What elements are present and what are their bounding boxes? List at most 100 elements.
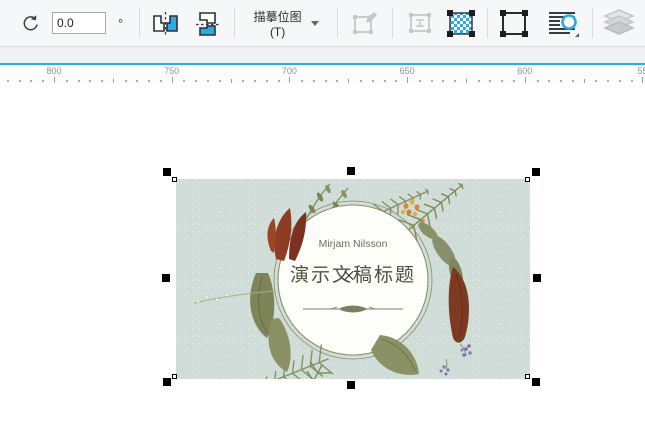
ruler-tick — [383, 80, 386, 82]
ruler-tick — [206, 80, 209, 82]
mirror-horizontal-icon — [153, 11, 179, 35]
ruler-tick — [312, 80, 315, 82]
ruler-tick — [254, 80, 257, 82]
ruler-tick — [30, 80, 33, 82]
ruler-tick — [336, 80, 339, 82]
selection-handle[interactable] — [532, 168, 540, 176]
wrap-text-button[interactable] — [544, 7, 582, 40]
ruler-tick — [348, 79, 350, 83]
ruler-tick — [42, 80, 45, 82]
ruler-label: 700 — [281, 66, 297, 76]
degree-symbol: ° — [118, 15, 124, 31]
trace-bitmap-button[interactable]: 描摹位图(T) — [241, 2, 329, 45]
ruler-tick — [501, 80, 504, 82]
ruler-tick — [242, 80, 245, 82]
ruler-tick — [171, 77, 173, 83]
ruler-tick — [489, 80, 492, 82]
resample-bitmap-button — [403, 7, 437, 39]
ruler-tick — [159, 80, 162, 82]
ruler-tick — [465, 79, 467, 83]
bitmap-corner-node[interactable] — [172, 374, 177, 379]
ruler-tick — [536, 80, 539, 82]
ruler-tick — [371, 80, 374, 82]
bitmap-boundary-button[interactable] — [443, 7, 479, 40]
bitmap-corner-node[interactable] — [172, 177, 177, 182]
ruler-tick — [418, 80, 421, 82]
selection-handle[interactable] — [532, 378, 540, 386]
ruler-tick — [53, 77, 55, 83]
canvas[interactable]: Mirjam Nilsson 演示文稿标题 — [0, 85, 645, 438]
bitmap-corner-node[interactable] — [525, 374, 530, 379]
selection-handle[interactable] — [533, 274, 541, 282]
edit-bitmap-icon — [353, 12, 377, 34]
ruler-tick — [430, 80, 433, 82]
ruler-tick — [136, 80, 139, 82]
selection-handle[interactable] — [162, 274, 170, 282]
ruler-tick — [595, 80, 598, 82]
ruler-label: 650 — [399, 66, 415, 76]
coreldraw-window: ° 描摹位图(T) — [0, 0, 645, 438]
rotation-angle-input[interactable] — [52, 12, 106, 34]
toolbar-separator — [337, 8, 338, 38]
ruler-tick — [230, 79, 232, 83]
ruler-tick — [524, 77, 526, 83]
ruler-label: 55 — [637, 66, 645, 76]
ruler-tick — [548, 80, 551, 82]
bitmap-boundary-icon — [447, 9, 475, 37]
ruler-tick — [195, 80, 198, 82]
ruler-tick — [560, 80, 563, 82]
selection-handle[interactable] — [163, 378, 171, 386]
mirror-vertical-button[interactable] — [193, 9, 222, 38]
chevron-down-icon — [311, 20, 319, 26]
crop-frame-button[interactable] — [496, 7, 532, 40]
toolbar-separator — [234, 8, 236, 38]
ruler-tick — [407, 77, 409, 83]
ruler-tick — [101, 80, 104, 82]
crop-frame-icon — [500, 9, 528, 37]
layers-button — [601, 7, 645, 39]
ruler-tick — [6, 80, 9, 82]
ruler-label: 750 — [164, 66, 180, 76]
ruler-tick — [218, 80, 221, 82]
ruler-tick — [630, 80, 633, 82]
bitmap-corner-node[interactable] — [525, 177, 530, 182]
ruler-tick — [324, 80, 327, 82]
edit-bitmap-button — [348, 7, 382, 39]
toolbar-separator — [487, 8, 488, 38]
ruler-tick — [148, 80, 151, 82]
ruler-tick — [124, 80, 127, 82]
ruler-tick — [77, 80, 80, 82]
ruler-tick — [360, 80, 362, 82]
ruler-tick — [618, 80, 621, 82]
ruler-label: 800 — [46, 66, 62, 76]
mirror-horizontal-button[interactable] — [150, 10, 181, 37]
selection-center-marker[interactable] — [344, 271, 354, 281]
ruler-tick — [277, 80, 280, 82]
ruler-tick — [89, 80, 92, 82]
ruler-tick — [65, 80, 68, 82]
ruler-tick — [583, 79, 585, 83]
selection-handle[interactable] — [163, 168, 171, 176]
rotate-ccw-icon — [18, 11, 43, 36]
property-bar: ° 描摹位图(T) — [0, 0, 645, 47]
document-tab-strip — [0, 47, 645, 63]
ruler-tick — [289, 77, 291, 83]
ruler-tick — [18, 80, 21, 82]
artwork-author-text: Mirjam Nilsson — [319, 238, 388, 250]
ruler-tick — [571, 80, 574, 82]
ruler-tick — [513, 80, 515, 82]
toolbar-separator — [139, 8, 141, 38]
layers-icon — [603, 9, 635, 35]
ruler-tick — [112, 79, 114, 83]
selection-handle[interactable] — [347, 167, 355, 175]
ruler-tick — [301, 80, 304, 82]
resample-bitmap-icon — [409, 13, 431, 33]
selection-handle[interactable] — [347, 381, 355, 389]
horizontal-ruler[interactable]: 800 750 700 650 600 55 — [0, 65, 645, 85]
toolbar-separator — [392, 8, 393, 38]
ruler-tick — [477, 80, 480, 82]
ruler-tick — [607, 80, 610, 82]
trace-bitmap-label: 描摹位图(T) — [253, 9, 302, 39]
ruler-label: 600 — [517, 66, 533, 76]
ruler-tick — [395, 80, 398, 82]
